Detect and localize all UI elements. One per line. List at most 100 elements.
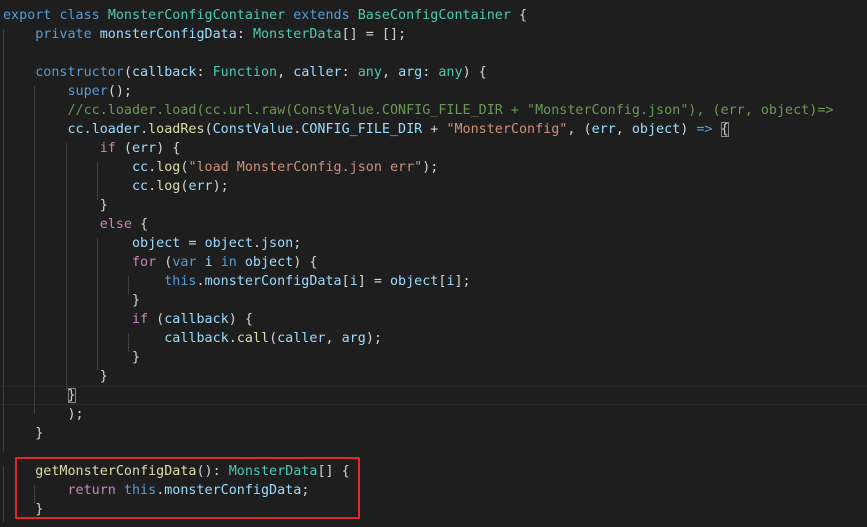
code-line-15[interactable]: this.monsterConfigData[i] = object[i];: [3, 272, 471, 291]
code-token: callback: [132, 65, 197, 80]
code-line-10[interactable]: cc.log(err);: [3, 177, 229, 196]
code-line-13[interactable]: object = object.json;: [3, 234, 301, 253]
code-token: arg: [398, 65, 423, 80]
code-token: ): [680, 122, 697, 137]
code-token: log: [156, 179, 181, 194]
code-token: [] = [];: [341, 27, 407, 42]
code-token: this: [164, 274, 197, 289]
code-token: object: [132, 236, 181, 251]
code-line-19[interactable]: }: [3, 348, 140, 367]
code-token: loader: [91, 122, 141, 137]
code-token: call: [236, 331, 270, 346]
code-token: extends: [293, 8, 350, 23]
code-line-2[interactable]: private monsterConfigData: MonsterData[]…: [3, 25, 406, 44]
code-token: any: [438, 65, 463, 80]
code-line-7[interactable]: cc.loader.loadRes(ConstValue.CONFIG_FILE…: [3, 120, 729, 139]
code-token: monsterConfigData: [99, 27, 237, 42]
code-token: CONFIG_FILE_DIR: [301, 122, 423, 137]
code-token: );: [212, 179, 229, 194]
code-token: in: [220, 255, 237, 270]
code-token: ) {: [462, 65, 487, 80]
code-line-16[interactable]: }: [3, 291, 140, 310]
code-token: .: [196, 274, 205, 289]
code-line-11[interactable]: }: [3, 196, 108, 215]
code-token: ) {: [156, 141, 181, 156]
code-token: caller: [293, 65, 342, 80]
code-token: :: [341, 65, 358, 80]
code-token: =>: [696, 122, 713, 137]
code-token: export: [3, 8, 52, 23]
code-token: any: [357, 65, 382, 80]
code-line-14[interactable]: for (var i in object) {: [3, 253, 317, 272]
red-highlight-box: [15, 457, 360, 519]
code-token: }: [3, 198, 108, 213]
code-line-22[interactable]: );: [3, 405, 83, 424]
current-line-highlight: [0, 386, 867, 405]
code-token: }: [3, 350, 141, 365]
code-editor[interactable]: export class MonsterConfigContainer exte…: [0, 0, 867, 527]
code-token: .: [228, 331, 237, 346]
code-token: ,: [615, 122, 632, 137]
code-line-18[interactable]: callback.call(caller, arg);: [3, 329, 382, 348]
code-token: private: [35, 27, 92, 42]
code-line-1[interactable]: export class MonsterConfigContainer exte…: [3, 6, 527, 25]
code-token: err: [188, 179, 213, 194]
code-token: for: [132, 255, 157, 270]
code-token: ConstValue: [212, 122, 294, 137]
code-token: MonsterData: [252, 27, 342, 42]
code-token: ,: [381, 65, 399, 80]
code-token: cc: [67, 122, 84, 137]
code-token: caller: [277, 331, 326, 346]
code-token: .: [252, 236, 261, 251]
code-line-8[interactable]: if (err) {: [3, 139, 181, 158]
code-token: , (: [567, 122, 592, 137]
code-token: callback: [164, 331, 229, 346]
code-token: ];: [454, 274, 471, 289]
code-token: super: [67, 84, 108, 99]
code-token: (: [123, 65, 132, 80]
code-token: +: [422, 122, 447, 137]
code-line-12[interactable]: else {: [3, 215, 148, 234]
code-token: ;: [293, 236, 302, 251]
code-token: Function: [212, 65, 278, 80]
code-comment: //cc.loader.load(cc.url.raw(ConstValue.C…: [67, 103, 834, 118]
code-token: err: [132, 141, 157, 156]
code-token: object: [204, 236, 253, 251]
code-token: object: [631, 122, 681, 137]
code-token: constructor: [35, 65, 124, 80]
code-token: (: [156, 255, 173, 270]
code-token: class: [59, 8, 100, 23]
code-line-9[interactable]: cc.log("load MonsterConfig.json err");: [3, 158, 438, 177]
code-token: (: [148, 312, 165, 327]
code-line-17[interactable]: if (callback) {: [3, 310, 253, 329]
code-token: cc: [132, 160, 149, 175]
code-token: {: [510, 8, 528, 23]
code-token: "load MonsterConfig.json err": [188, 160, 423, 175]
matched-brace: {: [720, 122, 729, 137]
code-token: :: [236, 27, 253, 42]
code-line-23[interactable]: }: [3, 424, 43, 443]
code-token: i: [349, 274, 358, 289]
code-token: =: [180, 236, 205, 251]
code-line-6[interactable]: //cc.loader.load(cc.url.raw(ConstValue.C…: [3, 101, 834, 120]
code-line-4[interactable]: constructor(callback: Function, caller: …: [3, 63, 487, 82]
code-token: ] =: [357, 274, 390, 289]
code-line-20[interactable]: }: [3, 367, 108, 386]
code-token: );: [422, 160, 439, 175]
code-line-21[interactable]: }: [3, 386, 76, 405]
matched-brace: }: [67, 388, 76, 403]
code-line-5[interactable]: super();: [3, 82, 133, 101]
